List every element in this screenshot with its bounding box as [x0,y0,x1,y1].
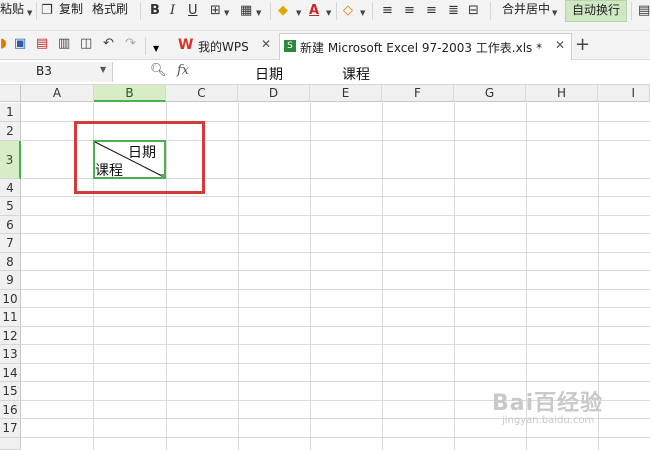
ribbon-toolbar: 粘贴 ▼ ❐ 复制 格式刷 B I U ⊞ ▼ ▦ ▼ ◆ ▼ A ▼ ◇ ▼ … [0,0,650,31]
row-header-8[interactable]: 8 [0,253,21,271]
divider [490,2,491,20]
formula-text-line2: 课程 [342,67,370,83]
watermark-logo-text: Bai百经验 [492,391,604,416]
close-icon[interactable]: ✕ [261,37,271,51]
column-header-f[interactable]: F [382,85,454,102]
distributed-align-icon[interactable]: ⊟ [468,3,479,19]
open-folder-icon[interactable]: ◗ [0,36,7,52]
row-header-14[interactable]: 14 [0,364,21,382]
excel-file-icon: S [284,40,296,52]
formula-bar: B3 ▼ 🔍︎ fx 日期 课程 [0,60,650,85]
paste-button[interactable]: 粘贴 [0,0,24,22]
italic-button[interactable]: I [170,3,175,19]
wps-logo-icon: W [178,37,194,53]
copy-button[interactable]: 复制 [59,0,83,22]
fill-color-icon[interactable]: ◆ [278,3,288,19]
chevron-down-icon[interactable]: ▼ [224,4,229,26]
tab-bar: ◗ ▣ ▤ ▥ ◫ ↶ ↷ ▼ W 我的WPS ✕ S 新建 Microsoft… [0,31,650,60]
highlight-annotation-box [74,121,205,194]
row-header-10[interactable]: 10 [0,290,21,308]
print-preview-icon[interactable]: ◫ [80,36,92,52]
row-header-16[interactable]: 16 [0,401,21,419]
column-header-c[interactable]: C [166,85,238,102]
row-header-15[interactable]: 15 [0,382,21,401]
row-header-1[interactable]: 1 [0,103,21,122]
merge-center-button[interactable]: 合并居中 [502,0,550,22]
column-header-h[interactable]: H [526,85,598,102]
function-button[interactable]: fx [177,63,189,78]
baidu-watermark: Bai百经验 jingyan.baidu.com [490,385,630,435]
divider [372,2,373,20]
row-header-3[interactable]: 3 [0,141,21,179]
column-header-i[interactable]: I [598,85,650,102]
divider [270,2,271,20]
tab-my-wps[interactable]: W 我的WPS ✕ [172,34,276,58]
divider [140,2,141,20]
row-header-9[interactable]: 9 [0,271,21,290]
new-tab-icon[interactable]: + [575,34,590,55]
column-header-g[interactable]: G [454,85,526,102]
watermark-url: jingyan.baidu.com [502,415,595,426]
chevron-down-icon[interactable]: ▼ [326,4,331,26]
formula-text-line1: 日期 [255,67,283,83]
divider [631,2,632,20]
font-color-icon[interactable]: A [309,3,319,19]
row-header-5[interactable]: 5 [0,197,21,216]
border-icon[interactable]: ⊞ [210,3,221,19]
more-icon[interactable]: ▤ [638,3,650,19]
row-header-4[interactable]: 4 [0,179,21,197]
align-center-icon[interactable]: ≡ [404,3,415,19]
column-header-a[interactable]: A [21,85,94,102]
print-icon[interactable]: ▥ [58,36,70,52]
row-header-7[interactable]: 7 [0,234,21,253]
align-left-icon[interactable]: ≡ [382,3,393,19]
row-header-18[interactable] [0,438,21,450]
close-icon[interactable]: ✕ [555,38,565,52]
chevron-down-icon[interactable]: ▼ [360,4,365,26]
column-header-d[interactable]: D [238,85,310,102]
copy-icon[interactable]: ❐ [41,3,53,19]
name-box-value: B3 [36,64,52,78]
row-header-13[interactable]: 13 [0,345,21,364]
chevron-down-icon[interactable]: ▼ [552,4,557,26]
clear-format-icon[interactable]: ◇ [343,3,353,19]
fill-pattern-icon[interactable]: ▦ [240,3,252,19]
zoom-search-icon[interactable]: 🔍︎ [150,63,167,78]
auto-wrap-button[interactable]: 自动换行 [565,0,627,22]
save-icon[interactable]: ▣ [14,36,26,52]
customize-toolbar-icon[interactable]: ▼ [153,41,159,57]
underline-button[interactable]: U [188,3,198,19]
justify-icon[interactable]: ≣ [448,3,459,19]
row-header-11[interactable]: 11 [0,308,21,327]
tab-workbook[interactable]: S 新建 Microsoft Excel 97-2003 工作表.xls * ✕ [279,33,572,60]
column-header-b[interactable]: B [94,85,166,102]
tab-label: 我的WPS [198,40,249,54]
paste-dropdown-icon[interactable]: ▼ [27,4,32,26]
select-all-corner[interactable] [0,85,21,102]
chevron-down-icon[interactable]: ▼ [296,4,301,26]
align-right-icon[interactable]: ≡ [426,3,437,19]
format-painter-button[interactable]: 格式刷 [92,0,128,22]
formula-input[interactable]: 日期 课程 [210,62,650,83]
redo-icon[interactable]: ↷ [125,36,136,52]
tab-label: 新建 Microsoft Excel 97-2003 工作表.xls * [300,41,543,55]
divider [336,2,337,20]
divider [36,2,37,20]
row-header-17[interactable]: 17 [0,419,21,438]
row-header-12[interactable]: 12 [0,327,21,345]
export-pdf-icon[interactable]: ▤ [36,36,48,52]
chevron-down-icon[interactable]: ▼ [256,4,261,26]
column-header-e[interactable]: E [310,85,382,102]
bold-button[interactable]: B [150,3,160,19]
undo-icon[interactable]: ↶ [103,36,114,52]
name-box[interactable]: B3 ▼ [0,62,113,82]
chevron-down-icon[interactable]: ▼ [100,65,106,74]
divider [145,37,146,55]
row-header-2[interactable]: 2 [0,122,21,141]
row-header-6[interactable]: 6 [0,216,21,234]
